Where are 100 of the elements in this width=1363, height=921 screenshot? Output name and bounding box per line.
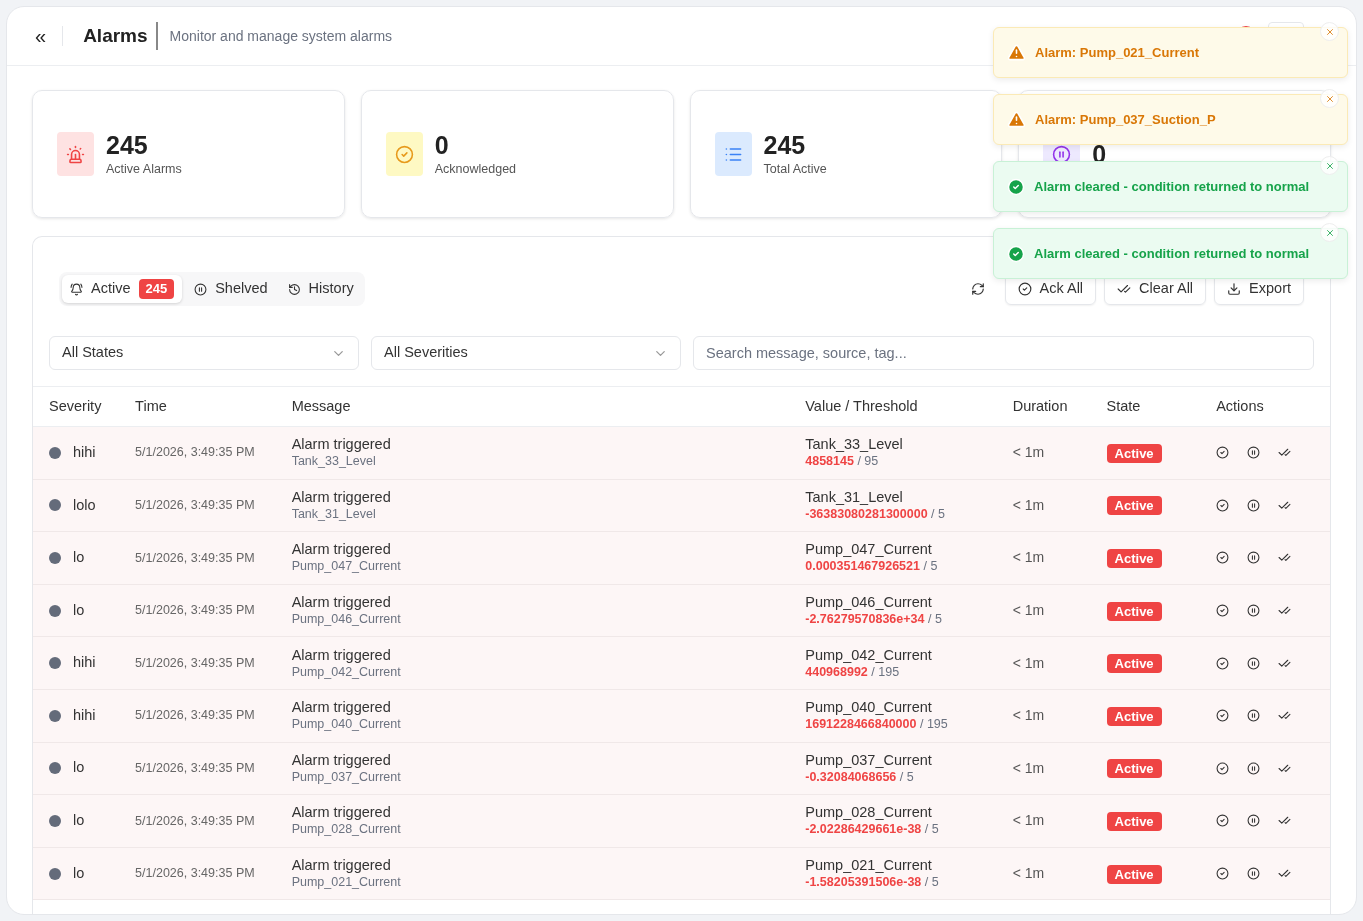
pause-icon [1247,604,1261,618]
toast-message: Alarm: Pump_037_Suction_P [1035,110,1216,129]
duration-cell-text: < 1m [1012,758,1046,778]
pause-icon [194,282,208,296]
check-circle-icon [1007,244,1025,263]
tab[interactable]: Shelved [186,275,276,303]
count-badge: 245 [138,279,175,299]
value-threshold-text: 1691228466840000 / 195 [805,716,949,734]
toast-message: Alarm cleared - condition returned to normal [1034,177,1310,196]
collapse-button[interactable]: « [35,26,64,46]
acknowledge-button[interactable] [1216,709,1230,723]
source-text: Pump_047_Current [291,558,402,576]
source-text: Tank_33_Level [291,453,377,471]
shelve-button[interactable] [1247,761,1261,775]
state-badge: Active [1106,443,1162,463]
filter-dropdown[interactable]: All Severities [371,336,681,370]
column-header: Time [135,396,168,416]
severity-label: hihi [73,653,96,673]
state-badge: Active [1106,654,1162,674]
message-text: Alarm triggered [291,856,392,875]
shelve-button[interactable] [1247,498,1261,512]
column-header: State [1106,396,1142,416]
tag-text: Pump_047_Current [805,540,933,559]
alarm-icon [70,282,83,296]
time-cell-text: 5/1/2026, 3:49:35 PM [135,497,256,514]
stat-label: Active Alarms [106,160,182,178]
stat-value: 0 [434,129,450,160]
acknowledge-button[interactable] [1216,761,1230,775]
tag-text: Pump_028_Current [805,803,933,822]
tag-text: Tank_33_Level [805,435,904,454]
download-icon [1227,282,1242,296]
shelve-button[interactable] [1247,446,1261,460]
acknowledge-button[interactable] [1216,604,1230,618]
pause-icon [1247,551,1261,565]
filter-dropdown[interactable]: All States [49,336,359,370]
check-circle-icon [1216,761,1230,775]
message-text: Alarm triggered [291,750,392,769]
check-circle-icon [1007,177,1025,196]
shelve-button[interactable] [1247,814,1261,828]
pause-icon [1247,446,1261,460]
acknowledge-button[interactable] [1216,656,1230,670]
value-threshold-text: 0.000351467926521 / 5 [805,558,939,576]
state-badge: Active [1106,601,1162,621]
acknowledge-button[interactable] [1216,498,1230,512]
close-icon [1324,160,1335,171]
stat-value: 245 [763,129,807,160]
acknowledge-button[interactable] [1216,867,1230,881]
severity-label: lo [73,863,85,883]
close-icon [1324,93,1335,104]
value-threshold-text: 4858145 / 95 [805,453,880,471]
acknowledge-button[interactable] [1216,551,1230,565]
tag-text: Pump_042_Current [805,645,933,664]
shelve-button[interactable] [1247,656,1261,670]
acknowledge-button[interactable] [1216,446,1230,460]
shelve-button[interactable] [1247,604,1261,618]
siren-icon [57,132,94,176]
duration-cell-text: < 1m [1012,653,1046,673]
tab[interactable]: History [279,275,362,303]
check-circle-icon [1216,498,1230,512]
toast-message: Alarm: Pump_021_Current [1035,43,1199,62]
value-threshold-text: -2.02286429661e-38 / 5 [805,821,940,839]
close-icon [1324,26,1335,37]
acknowledge-button[interactable] [1216,814,1230,828]
tag-text: Tank_31_Level [805,487,904,506]
source-text: Tank_31_Level [291,505,377,523]
time-cell-text: 5/1/2026, 3:49:35 PM [135,549,256,567]
source-text: Pump_042_Current [291,663,402,681]
pause-icon [1247,709,1261,723]
time-cell-text: 5/1/2026, 3:49:35 PM [135,865,256,883]
severity-label: lo [73,548,85,568]
duration-cell-text: < 1m [1012,811,1046,831]
check-circle-icon [1216,446,1230,460]
state-badge: Active [1106,811,1162,831]
tab[interactable]: Active 245 [62,275,183,303]
shelve-button[interactable] [1247,867,1261,881]
duration-cell-text: < 1m [1012,443,1046,463]
shelve-button[interactable] [1247,551,1261,565]
severity-label: hihi [73,442,96,462]
stat-label: Total Active [763,160,827,178]
message-text: Alarm triggered [291,803,392,822]
stat-label: Acknowledged [434,160,517,178]
column-header: Value / Threshold [805,396,919,416]
state-badge: Active [1106,759,1162,779]
column-header: Message [291,396,352,416]
time-cell-text: 5/1/2026, 3:49:35 PM [135,812,256,830]
column-header: Duration [1012,396,1069,416]
page-title: Alarms [75,21,158,51]
severity-label: lo [73,811,85,831]
tag-text: Pump_046_Current [805,593,933,612]
message-text: Alarm triggered [291,593,392,612]
pause-icon [1247,498,1261,512]
column-header: Actions [1216,396,1265,416]
shelve-button[interactable] [1247,709,1261,723]
tag-text: Pump_040_Current [805,698,933,717]
source-text: Pump_028_Current [291,821,402,839]
duration-cell-text: < 1m [1012,706,1046,726]
stat-value: 245 [106,129,149,160]
search-field[interactable]: Search message, source, tag... [693,336,1314,370]
pause-icon [1247,761,1261,775]
time-cell-text: 5/1/2026, 3:49:35 PM [135,654,256,672]
